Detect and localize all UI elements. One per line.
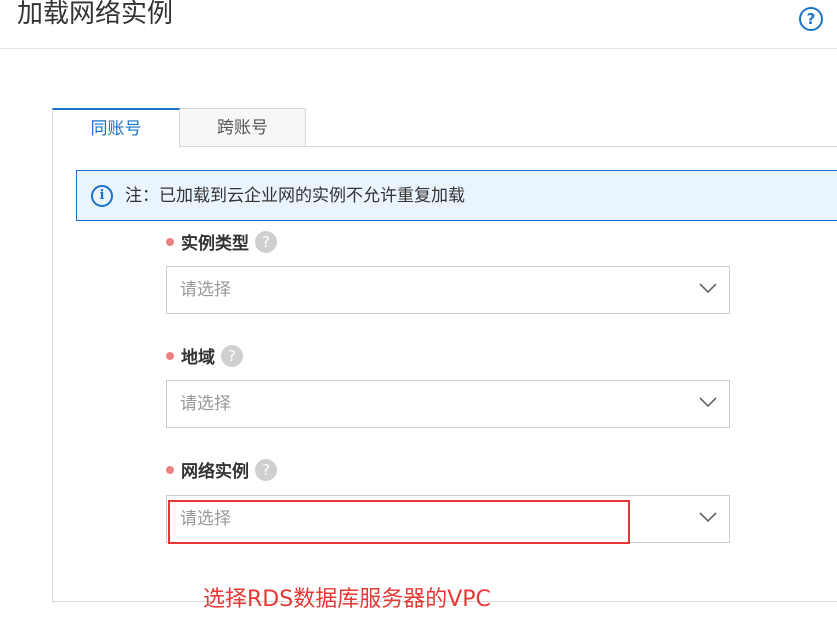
- instance-type-label: 实例类型: [181, 234, 249, 254]
- required-dot: [166, 466, 174, 474]
- network-instance-placeholder: 请选择: [180, 509, 231, 529]
- notice-banner: i 注：已加载到云企业网的实例不允许重复加载: [76, 170, 837, 221]
- region-select[interactable]: 请选择: [166, 380, 730, 428]
- chevron-down-icon: [699, 283, 717, 294]
- tab-cross-account[interactable]: 跨账号: [179, 108, 306, 146]
- question-icon[interactable]: ?: [255, 231, 277, 253]
- question-icon[interactable]: ?: [255, 459, 277, 481]
- chevron-down-icon: [699, 397, 717, 408]
- field-label-region: 地域?: [166, 345, 243, 370]
- instance-type-select[interactable]: 请选择: [166, 266, 730, 314]
- page-title: 加载网络实例: [17, 0, 174, 29]
- required-dot: [166, 352, 174, 360]
- network-instance-select[interactable]: 请选择: [166, 495, 730, 543]
- network-instance-label: 网络实例: [181, 462, 249, 482]
- field-label-network-instance: 网络实例?: [166, 459, 277, 484]
- page-header: 加载网络实例 ?: [0, 0, 837, 49]
- region-label: 地域: [181, 348, 215, 368]
- question-icon[interactable]: ?: [221, 345, 243, 367]
- chevron-down-icon: [699, 512, 717, 523]
- tab-same-account[interactable]: 同账号: [52, 108, 180, 148]
- info-icon: i: [91, 185, 113, 207]
- help-icon[interactable]: ?: [799, 7, 823, 31]
- notice-text: 注：已加载到云企业网的实例不允许重复加载: [125, 186, 465, 206]
- region-placeholder: 请选择: [180, 394, 231, 414]
- instance-type-placeholder: 请选择: [180, 280, 231, 300]
- field-label-instance-type: 实例类型?: [166, 231, 277, 256]
- annotation-text: 选择RDS数据库服务器的VPC: [203, 587, 491, 612]
- required-dot: [166, 238, 174, 246]
